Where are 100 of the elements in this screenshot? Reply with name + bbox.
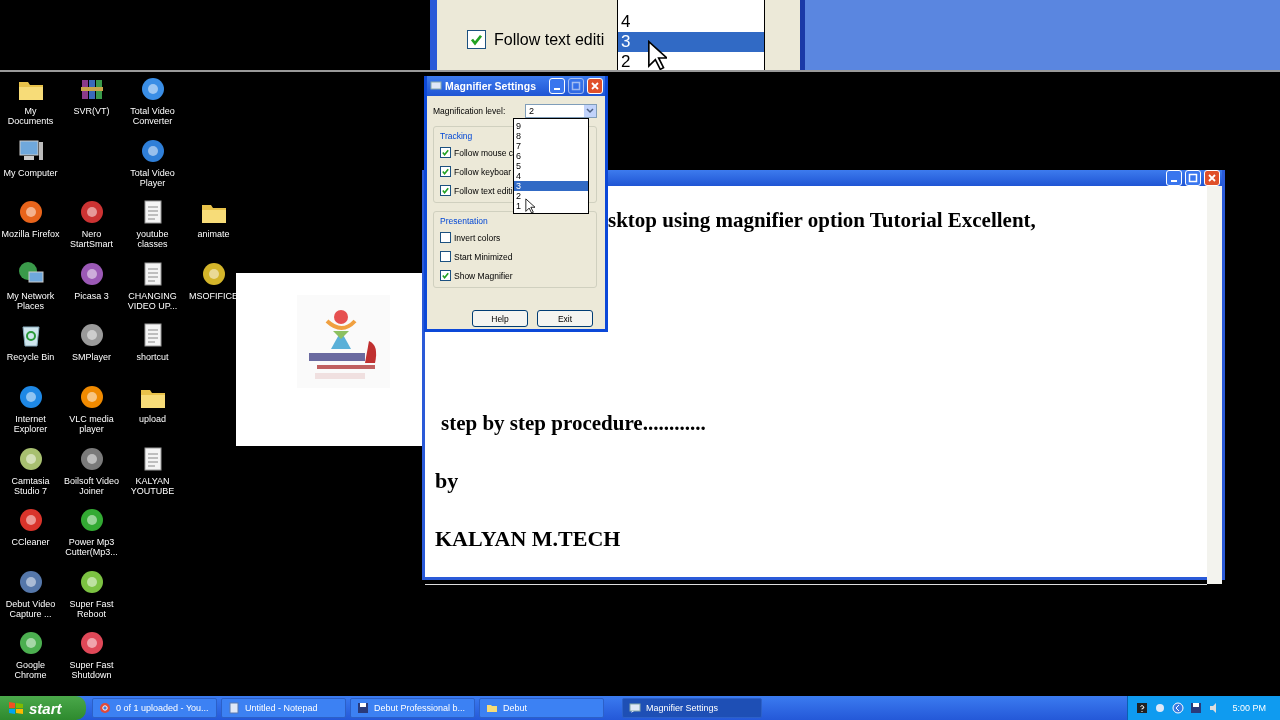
- checkbox-label: Follow keyboar: [454, 166, 512, 177]
- dialog-button[interactable]: Help: [472, 310, 528, 327]
- checkbox-label: Show Magnifier: [454, 270, 513, 281]
- maximize-button[interactable]: [568, 78, 584, 94]
- close-icon: [590, 81, 600, 91]
- desktop-icon-label[interactable]: Boilsoft Video Joiner: [61, 475, 122, 496]
- desktop-icon-label[interactable]: shortcut: [136, 352, 169, 363]
- close-button[interactable]: [587, 78, 603, 94]
- maximize-icon: [571, 81, 581, 91]
- dropdown-option[interactable]: 7: [514, 141, 588, 151]
- document-text: step by step procedure............: [441, 411, 706, 436]
- network-icon[interactable]: [1154, 702, 1167, 714]
- scrollbar[interactable]: [1207, 186, 1222, 584]
- desktop-icon-label[interactable]: SVR(VT): [73, 106, 110, 116]
- document-text: sktop using magnifier option Tutorial Excellent,: [608, 208, 1036, 233]
- dropdown-option[interactable]: 8: [514, 131, 588, 141]
- checkbox[interactable]: [440, 147, 451, 158]
- desktop-icon-label[interactable]: MSOFIFICE: [189, 290, 238, 301]
- dialog-button[interactable]: Exit: [537, 310, 593, 327]
- group-title: Tracking: [440, 131, 473, 141]
- checkmark-icon: [469, 32, 484, 47]
- browser-icon: [99, 702, 111, 714]
- dropdown-option[interactable]: 4: [514, 171, 588, 181]
- dropdown-option[interactable]: 1: [514, 201, 588, 211]
- help-icon[interactable]: [1136, 702, 1149, 714]
- desktop-icon-label[interactable]: My Computer: [3, 167, 58, 178]
- checkmark-icon: [441, 167, 450, 176]
- desktop-icon-label[interactable]: Mozilla Firefox: [1, 229, 60, 240]
- desktop-icon-label[interactable]: upload: [139, 413, 166, 424]
- taskbar-button[interactable]: Debut Professional b...: [350, 698, 475, 718]
- minimize-button[interactable]: [549, 78, 565, 94]
- dropdown-option[interactable]: 6: [514, 151, 588, 161]
- desktop-icon-label[interactable]: My Documents: [0, 106, 61, 126]
- field-label: Magnification level:: [433, 106, 506, 116]
- level-dropdown[interactable]: 2: [525, 104, 597, 118]
- checkmark-icon: [441, 271, 450, 280]
- desktop-icon-label[interactable]: Super Fast Reboot: [61, 598, 122, 619]
- document-text: KALYAN M.TECH: [435, 526, 621, 552]
- checkbox-label: Follow mouse c: [454, 147, 514, 158]
- window-title: Magnifier Settings: [445, 80, 537, 92]
- checkbox[interactable]: [440, 232, 451, 243]
- group-title: Presentation: [440, 216, 488, 226]
- desktop-icon-label[interactable]: My Network Places: [0, 290, 61, 311]
- desktop-icon-label[interactable]: CCleaner: [11, 537, 50, 548]
- dropdown-option[interactable]: 5: [514, 161, 588, 171]
- document-text: by: [435, 468, 459, 494]
- dropdown-arrow-icon: [584, 105, 596, 117]
- taskbar-button[interactable]: 0 of 1 uploaded - You...: [92, 698, 217, 718]
- dropdown-option[interactable]: 2: [514, 191, 588, 201]
- desktop-icon-label[interactable]: Recycle Bin: [6, 352, 55, 363]
- taskbar-button[interactable]: Debut: [479, 698, 604, 718]
- scrollbar[interactable]: [425, 584, 1207, 585]
- maximize-icon: [1188, 173, 1198, 183]
- minimize-icon: [554, 88, 560, 90]
- taskbar-button[interactable]: Magnifier Settings: [622, 698, 762, 718]
- desktop-icon-label[interactable]: Debut Video Capture ...: [0, 598, 61, 619]
- desktop-icon-label[interactable]: Total Video Player: [122, 167, 183, 188]
- close-icon: [1207, 173, 1217, 183]
- checkbox[interactable]: [467, 30, 486, 49]
- checkbox-label: Start Minimized: [454, 251, 513, 262]
- magnifier-icon: [430, 80, 442, 92]
- notepad-icon: [228, 702, 240, 714]
- checkbox[interactable]: [440, 166, 451, 177]
- desktop-icon-label[interactable]: SMPlayer: [72, 352, 111, 363]
- desktop-icon-label[interactable]: VLC media player: [61, 413, 122, 434]
- start-button[interactable]: start: [0, 696, 86, 720]
- magnifier-icon: [629, 702, 641, 714]
- checkbox[interactable]: [440, 270, 451, 281]
- checkbox[interactable]: [440, 251, 451, 262]
- desktop-icon-label[interactable]: Picasa 3: [74, 290, 109, 301]
- checkmark-icon: [441, 148, 450, 157]
- flag-icon: [8, 700, 24, 716]
- dropdown-option[interactable]: 9: [514, 121, 588, 131]
- desktop-icon-label[interactable]: Internet Explorer: [0, 413, 61, 434]
- desktop-icon-label[interactable]: Super Fast Shutdown: [61, 660, 122, 681]
- dropdown-option[interactable]: 3: [514, 181, 588, 191]
- maximize-button[interactable]: [1185, 170, 1201, 186]
- folder-icon: [486, 702, 498, 714]
- checkbox-label: Follow text editi: [454, 185, 513, 196]
- desktop-icon-label[interactable]: youtube classes: [122, 229, 183, 250]
- desktop-icon-label[interactable]: Power Mp3 Cutter(Mp3...: [61, 537, 122, 558]
- desktop-icon-label[interactable]: Nero StartSmart: [61, 229, 122, 250]
- clock: 5:00 PM: [1232, 703, 1266, 713]
- desktop-icon-label[interactable]: animate: [197, 229, 230, 240]
- checkbox-label: Follow text editi: [494, 30, 605, 49]
- checkmark-icon: [441, 186, 450, 195]
- minimize-button[interactable]: [1166, 170, 1182, 186]
- desktop-icon-label[interactable]: KALYAN YOUTUBE: [122, 475, 183, 496]
- minimize-icon: [1171, 180, 1177, 182]
- desktop-icon-label[interactable]: Google Chrome: [0, 660, 61, 681]
- desktop-icon-label[interactable]: CHANGING VIDEO UP...: [122, 290, 183, 311]
- checkbox[interactable]: [440, 185, 451, 196]
- taskbar-button[interactable]: Untitled - Notepad: [221, 698, 346, 718]
- checkbox-label: Invert colors: [454, 232, 501, 243]
- dropdown-option[interactable]: 3: [618, 32, 764, 52]
- dropdown-option[interactable]: 4: [618, 12, 764, 32]
- dropdown-option[interactable]: 2: [618, 52, 764, 70]
- close-button[interactable]: [1204, 170, 1220, 186]
- desktop-icon-label[interactable]: Camtasia Studio 7: [0, 475, 61, 496]
- desktop-icon-label[interactable]: Total Video Converter: [122, 106, 183, 126]
